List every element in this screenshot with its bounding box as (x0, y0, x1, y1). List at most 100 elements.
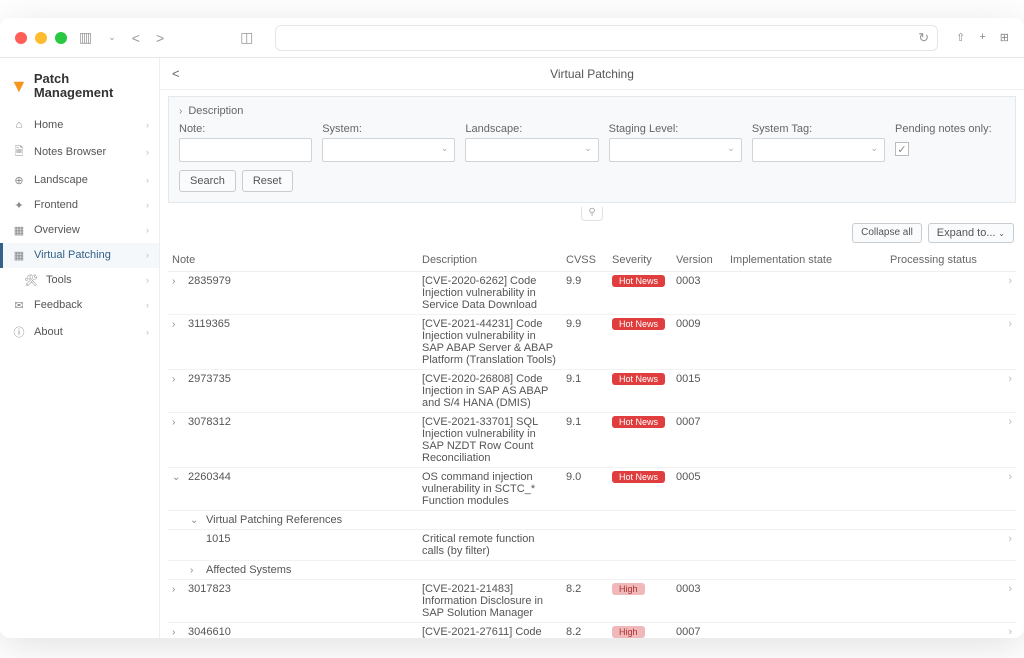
shield-icon[interactable]: ◫ (236, 29, 257, 46)
staging-label: Staging Level: (609, 123, 742, 135)
col-severity[interactable]: Severity (608, 249, 672, 272)
cvss-value: 9.1 (562, 413, 608, 468)
table-row[interactable]: ⌄2260344OS command injection vulnerabili… (168, 468, 1016, 511)
close-icon[interactable] (15, 32, 27, 44)
table-row[interactable]: ›3046610[CVE-2021-27611] Code Injection … (168, 623, 1016, 639)
severity-badge: High (612, 583, 645, 595)
sidebar-item-frontend[interactable]: ✦Frontend› (0, 193, 159, 218)
sub-description: Critical remote function calls (by filte… (418, 530, 562, 561)
col-note[interactable]: Note (168, 249, 418, 272)
chevron-down-icon: ⌄ (727, 143, 735, 154)
note-number: 3078312 (188, 416, 231, 428)
sidebar-item-label: Overview (34, 224, 80, 236)
chevron-right-icon[interactable]: › (996, 530, 1016, 561)
expand-icon[interactable]: › (172, 276, 184, 287)
expand-icon[interactable]: ⌄ (190, 515, 202, 526)
chevron-right-icon[interactable]: › (996, 580, 1016, 623)
expand-icon[interactable]: › (172, 319, 184, 330)
table-row[interactable]: 1015Critical remote function calls (by f… (168, 530, 1016, 561)
sidebar-item-virtual-patching[interactable]: ▦Virtual Patching› (0, 243, 159, 268)
feedback-icon: ✉ (12, 299, 26, 312)
sidebar-item-notes-browser[interactable]: 🗎Notes Browser› (0, 137, 159, 168)
table-row[interactable]: ›Affected Systems (168, 561, 1016, 580)
expand-to-button[interactable]: Expand to... ⌄ (928, 223, 1014, 243)
severity-badge: Hot News (612, 318, 665, 330)
expand-icon[interactable]: › (172, 417, 184, 428)
landscape-select[interactable]: ⌄ (465, 138, 598, 162)
pin-icon[interactable]: ⚲ (581, 207, 602, 221)
sidebar-item-feedback[interactable]: ✉Feedback› (0, 293, 159, 318)
sidebar-item-about[interactable]: ⓘAbout› (0, 318, 159, 346)
address-bar[interactable]: ↻ (275, 25, 938, 51)
col-processing[interactable]: Processing status (886, 249, 996, 272)
sidebar-item-overview[interactable]: ▦Overview› (0, 218, 159, 243)
expand-icon[interactable]: › (172, 374, 184, 385)
sidebar-item-tools[interactable]: 🛠Tools› (0, 268, 159, 293)
severity-badge: Hot News (612, 471, 665, 483)
filters-panel: › Description Note: System: ⌄ Landscape:… (168, 96, 1016, 203)
chevron-down-icon: ⌄ (998, 229, 1005, 238)
nav-forward-icon[interactable]: > (152, 30, 168, 46)
chevron-right-icon[interactable]: › (996, 370, 1016, 413)
expand-icon[interactable]: ⌄ (172, 472, 184, 483)
table-row[interactable]: ›3017823[CVE-2021-21483] Information Dis… (168, 580, 1016, 623)
new-tab-icon[interactable]: + (979, 31, 985, 44)
collapse-all-button[interactable]: Collapse all (852, 223, 922, 243)
sidebar-item-landscape[interactable]: ⊕Landscape› (0, 168, 159, 193)
table-row[interactable]: ›2973735[CVE-2020-26808] Code Injection … (168, 370, 1016, 413)
nav-back-icon[interactable]: < (128, 30, 144, 46)
title-bar: ▥ ⌄ < > ◫ ↻ ⇧ + ⊞ (0, 18, 1024, 58)
staging-select[interactable]: ⌄ (609, 138, 742, 162)
share-icon[interactable]: ⇧ (956, 31, 965, 44)
col-version[interactable]: Version (672, 249, 726, 272)
expand-icon[interactable]: › (172, 627, 184, 638)
reload-icon[interactable]: ↻ (918, 30, 929, 46)
tabs-icon[interactable]: ⊞ (1000, 31, 1009, 44)
window-controls (15, 32, 67, 44)
chevron-right-icon: › (146, 120, 149, 130)
chevron-down-icon: ⌄ (441, 143, 449, 154)
system-select[interactable]: ⌄ (322, 138, 455, 162)
note-number: 2973735 (188, 373, 231, 385)
table-row[interactable]: › 3119365 [CVE-2021-44231] Code Injection … (168, 315, 1016, 370)
table-row[interactable]: ⌄Virtual Patching References (168, 511, 1016, 530)
chevron-right-icon[interactable]: › (996, 272, 1016, 315)
maximize-icon[interactable] (55, 32, 67, 44)
chevron-right-icon[interactable]: › (996, 623, 1016, 639)
frontend-icon: ✦ (12, 199, 26, 212)
chevron-down-icon[interactable]: ⌄ (104, 32, 120, 43)
version-value: 0007 (672, 623, 726, 639)
note-input[interactable] (179, 138, 312, 162)
browser-window: ▥ ⌄ < > ◫ ↻ ⇧ + ⊞ ▼ Patch Management ⌂Ho… (0, 18, 1024, 638)
sidebar-item-label: Tools (46, 274, 72, 286)
expand-icon[interactable]: › (190, 565, 202, 576)
cvss-value: 9.9 (562, 272, 608, 315)
severity-badge: Hot News (612, 373, 665, 385)
version-value: 0009 (672, 315, 726, 370)
table-row[interactable]: ›2835979[CVE-2020-6262] Code Injection v… (168, 272, 1016, 315)
pending-checkbox[interactable]: ✓ (895, 142, 909, 156)
chevron-right-icon: › (146, 175, 149, 185)
sidebar-item-home[interactable]: ⌂Home› (0, 113, 159, 137)
note-number: 3119365 (188, 318, 230, 330)
landscape-label: Landscape: (465, 123, 598, 135)
description-toggle[interactable]: › Description (179, 103, 1005, 123)
col-implementation[interactable]: Implementation state (726, 249, 886, 272)
table-row[interactable]: ›3078312[CVE-2021-33701] SQL Injection v… (168, 413, 1016, 468)
chevron-right-icon[interactable]: › (996, 413, 1016, 468)
search-button[interactable]: Search (179, 170, 236, 192)
sidebar-item-label: Landscape (34, 174, 88, 186)
col-description[interactable]: Description (418, 249, 562, 272)
chevron-right-icon[interactable]: › (996, 315, 1016, 370)
system-tag-select[interactable]: ⌄ (752, 138, 885, 162)
expand-icon[interactable]: › (172, 584, 184, 595)
reset-button[interactable]: Reset (242, 170, 293, 192)
note-description: [CVE-2021-44231] Code Injection vulnerab… (418, 315, 562, 370)
sidebar: ▼ Patch Management ⌂Home›🗎Notes Browser›… (0, 58, 160, 638)
sidebar-toggle-icon[interactable]: ▥ (75, 29, 96, 46)
chevron-right-icon[interactable]: › (996, 468, 1016, 511)
minimize-icon[interactable] (35, 32, 47, 44)
back-icon[interactable]: < (172, 66, 180, 81)
sidebar-item-label: Notes Browser (34, 146, 106, 158)
col-cvss[interactable]: CVSS (562, 249, 608, 272)
